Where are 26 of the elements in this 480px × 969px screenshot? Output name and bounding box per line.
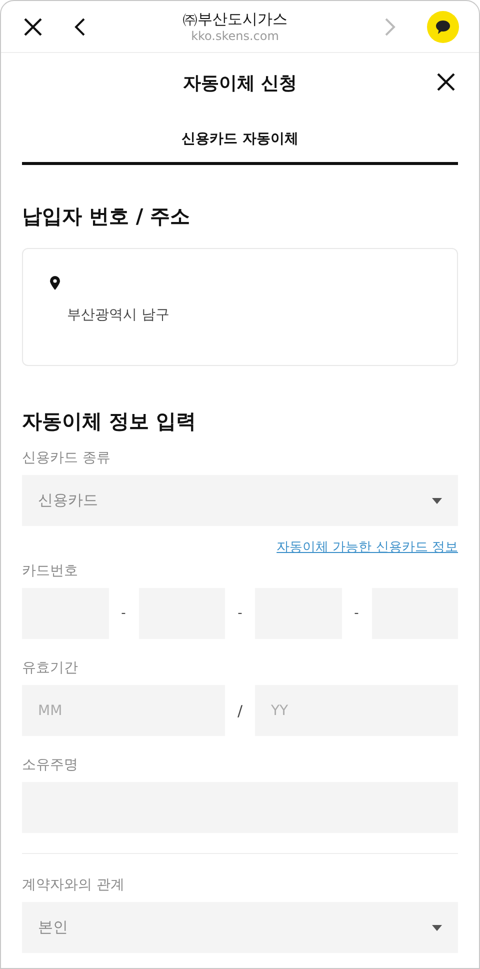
select-field[interactable]: 본인 bbox=[22, 902, 458, 953]
caret-icon[interactable] bbox=[432, 498, 442, 504]
back-icon[interactable] bbox=[73, 16, 87, 36]
field-label: 카드번호 bbox=[22, 562, 79, 580]
separator-text: - bbox=[120, 606, 127, 621]
section-title: 납입자 번호 / 주소 bbox=[22, 203, 192, 230]
separator-text: / bbox=[236, 702, 244, 720]
chat-bubble-icon[interactable] bbox=[427, 10, 459, 42]
page-title: ㈜부산도시가스 bbox=[182, 10, 288, 28]
input-field[interactable]: MM bbox=[22, 685, 225, 736]
close-icon[interactable] bbox=[23, 16, 43, 36]
tab[interactable]: 신용카드 자동이체 bbox=[22, 117, 458, 165]
address-text: 부산광역시 남구 bbox=[67, 306, 170, 324]
field-label: 신용카드 종류 bbox=[22, 449, 112, 467]
field-label: 계약자와의 관계 bbox=[22, 876, 126, 894]
field-label: 소유주명 bbox=[22, 756, 79, 774]
input-field[interactable]: YY bbox=[255, 685, 458, 736]
separator-text: - bbox=[236, 606, 244, 621]
card-info-link[interactable]: 자동이체 가능한 신용카드 정보 bbox=[276, 538, 458, 556]
field-label: 유효기간 bbox=[22, 659, 79, 677]
select-field[interactable]: 신용카드 bbox=[22, 475, 458, 526]
caret-icon[interactable] bbox=[432, 924, 442, 930]
separator-text: - bbox=[353, 606, 360, 621]
page-url: kko.skens.com bbox=[191, 28, 279, 44]
section-title: 자동이체 정보 입력 bbox=[22, 408, 197, 435]
dialog-title: 자동이체 신청 bbox=[182, 72, 298, 95]
